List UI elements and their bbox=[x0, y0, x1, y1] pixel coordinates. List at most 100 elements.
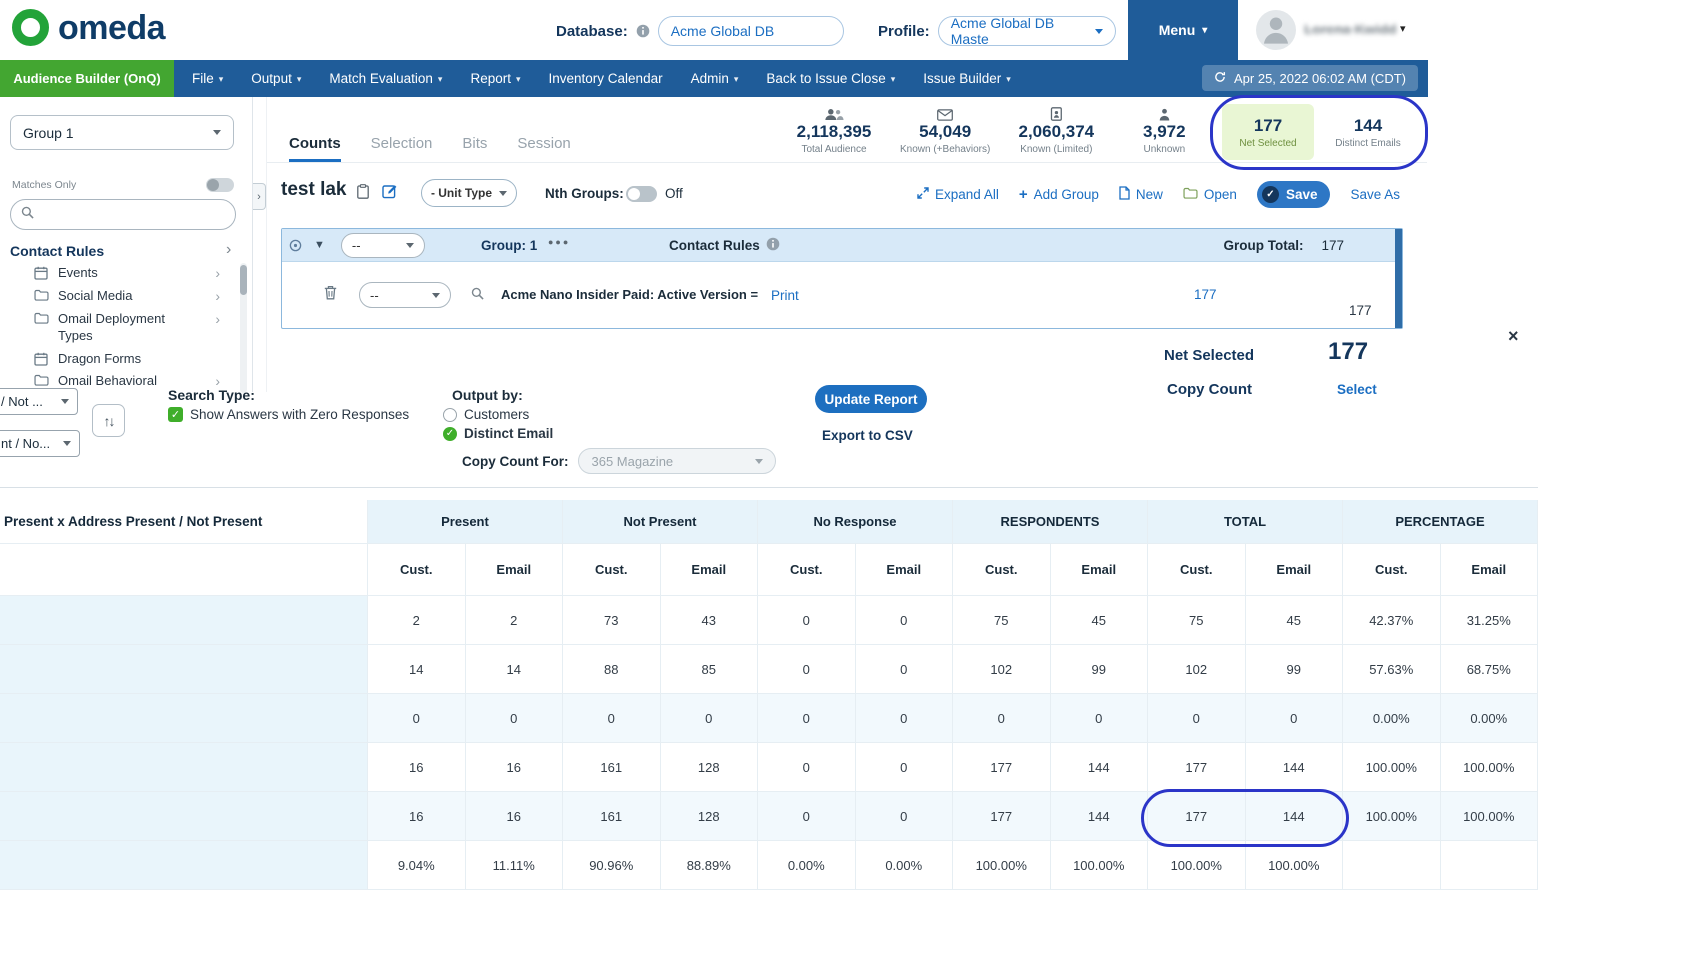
update-report-button[interactable]: Update Report bbox=[815, 385, 927, 413]
sidebar-item-social-media[interactable]: Social Media› bbox=[34, 285, 236, 308]
filter-select-partial-top[interactable]: / Not ... bbox=[0, 388, 78, 415]
user-menu-caret-icon[interactable]: ▾ bbox=[1400, 22, 1406, 35]
zero-responses-option[interactable]: ✓ Show Answers with Zero Responses bbox=[168, 407, 409, 422]
copy-count-select-link[interactable]: Select bbox=[1337, 382, 1377, 397]
sidebar-item-events[interactable]: Events› bbox=[34, 262, 236, 285]
drag-handle-icon[interactable] bbox=[289, 239, 302, 252]
rule-operator-value: -- bbox=[370, 288, 379, 303]
close-icon[interactable]: × bbox=[1508, 327, 1519, 345]
table-cell: 2 bbox=[368, 596, 466, 645]
tab-session[interactable]: Session bbox=[517, 135, 570, 162]
distinct-emails-label: Distinct Emails bbox=[1335, 138, 1401, 149]
edit-icon[interactable] bbox=[382, 183, 398, 199]
table-cell: 90.96% bbox=[563, 841, 661, 890]
chevron-down-icon bbox=[432, 293, 440, 298]
nav-item-label: Back to Issue Close bbox=[766, 71, 885, 86]
save-as-label: Save As bbox=[1350, 187, 1400, 202]
sidebar-item-omail-deployment-types[interactable]: Omail Deployment Types› bbox=[34, 308, 236, 348]
menu-button[interactable]: Menu ▾ bbox=[1128, 0, 1238, 60]
report-table: Present x Address Present / Not PresentP… bbox=[0, 500, 1538, 890]
tabs-underline bbox=[267, 162, 1427, 163]
info-icon[interactable] bbox=[636, 24, 650, 38]
matches-only-toggle[interactable] bbox=[206, 178, 234, 192]
group-operator-select[interactable]: -- bbox=[341, 233, 425, 258]
radio-option-distinct-email[interactable]: ✓Distinct Email bbox=[443, 426, 553, 441]
zero-responses-checkbox[interactable]: ✓ bbox=[168, 407, 183, 422]
radio-label: Distinct Email bbox=[464, 426, 553, 441]
trash-icon[interactable] bbox=[324, 285, 337, 300]
table-cell: 0 bbox=[1246, 694, 1344, 743]
avatar[interactable] bbox=[1256, 10, 1296, 50]
nth-groups-toggle[interactable] bbox=[626, 186, 657, 202]
subheader-cell: Email bbox=[661, 544, 759, 596]
nav-item-admin[interactable]: Admin▾ bbox=[677, 60, 753, 97]
table-cell: 144 bbox=[1246, 792, 1344, 841]
omeda-logo[interactable]: omeda bbox=[12, 9, 165, 46]
nav-item-output[interactable]: Output▾ bbox=[237, 60, 315, 97]
add-group-button[interactable]: + Add Group bbox=[1019, 186, 1099, 203]
subheader-cell: Cust. bbox=[1343, 544, 1441, 596]
table-cell: 0 bbox=[856, 694, 954, 743]
tab-selection[interactable]: Selection bbox=[371, 135, 433, 162]
save-as-button[interactable]: Save As bbox=[1350, 187, 1400, 202]
output-by-label: Output by: bbox=[452, 387, 523, 403]
stat-label: Known (+Behaviors) bbox=[900, 144, 990, 155]
sidebar-search-box bbox=[10, 199, 236, 230]
expand-all-button[interactable]: Expand All bbox=[917, 187, 999, 202]
rule-value-link[interactable]: Print bbox=[771, 288, 799, 303]
copy-count-label: Copy Count bbox=[1167, 381, 1252, 398]
search-input[interactable] bbox=[40, 207, 225, 222]
sidebar-item-dragon-forms[interactable]: Dragon Forms bbox=[34, 348, 236, 371]
sidebar-divider bbox=[252, 97, 253, 392]
export-csv-link[interactable]: Export to CSV bbox=[822, 428, 913, 443]
tab-counts[interactable]: Counts bbox=[289, 135, 341, 162]
sidebar-collapse-handle[interactable]: › bbox=[253, 183, 266, 210]
nav-item-inventory-calendar[interactable]: Inventory Calendar bbox=[535, 60, 677, 97]
collapse-caret-icon[interactable]: ▼ bbox=[314, 239, 325, 251]
unit-type-select[interactable]: - Unit Type bbox=[421, 179, 517, 207]
rule-search-icon[interactable] bbox=[471, 287, 484, 300]
chevron-down-icon bbox=[1095, 29, 1103, 34]
user-avatar-icon bbox=[1259, 11, 1293, 50]
open-button[interactable]: Open bbox=[1183, 187, 1237, 202]
nav-item-audience-builder[interactable]: Audience Builder (OnQ) bbox=[0, 60, 174, 97]
radio-option-customers[interactable]: ✓Customers bbox=[443, 407, 553, 422]
info-icon[interactable] bbox=[766, 237, 780, 254]
sort-order-button[interactable]: ↑↓ bbox=[92, 404, 125, 437]
new-button[interactable]: New bbox=[1119, 186, 1163, 203]
nav-item-file[interactable]: File▾ bbox=[178, 60, 237, 97]
sidebar-item-list: Events›Social Media›Omail Deployment Typ… bbox=[34, 262, 236, 393]
nav-item-label: Output bbox=[251, 71, 292, 86]
profile-select[interactable]: Acme Global DB Maste bbox=[938, 16, 1116, 46]
clipboard-icon[interactable] bbox=[357, 184, 369, 199]
table-cell: 73 bbox=[563, 596, 661, 645]
refresh-timestamp[interactable]: Apr 25, 2022 06:02 AM (CDT) bbox=[1202, 65, 1418, 91]
sidebar-scrollbar-thumb[interactable] bbox=[240, 265, 247, 295]
group-select[interactable]: Group 1 bbox=[10, 115, 234, 150]
group-options-icon[interactable]: ●●● bbox=[548, 237, 570, 247]
save-button[interactable]: ✓ Save bbox=[1257, 181, 1331, 208]
filter-select-partial-bottom[interactable]: nt / No... bbox=[0, 430, 80, 457]
table-cell: 99 bbox=[1051, 645, 1149, 694]
tab-bits[interactable]: Bits bbox=[462, 135, 487, 162]
caret-down-icon: ▾ bbox=[734, 74, 739, 85]
nav-item-issue-builder[interactable]: Issue Builder▾ bbox=[909, 60, 1025, 97]
table-cell: 100.00% bbox=[1441, 743, 1539, 792]
copy-count-for-select[interactable]: 365 Magazine bbox=[578, 448, 776, 474]
table-cell: 144 bbox=[1246, 743, 1344, 792]
chevron-right-icon[interactable]: › bbox=[226, 241, 231, 259]
column-group-header: TOTAL bbox=[1148, 500, 1343, 544]
section-divider bbox=[0, 487, 1538, 488]
database-value-box[interactable]: Acme Global DB bbox=[658, 16, 844, 46]
nav-item-match-evaluation[interactable]: Match Evaluation▾ bbox=[315, 60, 456, 97]
group-panel: ▼ -- Group: 1 ●●● Contact Rules Group To… bbox=[281, 228, 1403, 329]
table-cell: 16 bbox=[466, 792, 564, 841]
nav-item-report[interactable]: Report▾ bbox=[456, 60, 534, 97]
nav-item-back-to-issue-close[interactable]: Back to Issue Close▾ bbox=[752, 60, 909, 97]
stat-known-behaviors: 54,049Known (+Behaviors) bbox=[900, 107, 990, 155]
radio-unchecked-icon: ✓ bbox=[443, 408, 457, 422]
secondary-count: 177 bbox=[1349, 303, 1372, 318]
panel-scrollbar[interactable] bbox=[1395, 229, 1402, 328]
rule-operator-select[interactable]: -- bbox=[359, 282, 451, 308]
nth-groups-label: Nth Groups: bbox=[545, 186, 624, 201]
